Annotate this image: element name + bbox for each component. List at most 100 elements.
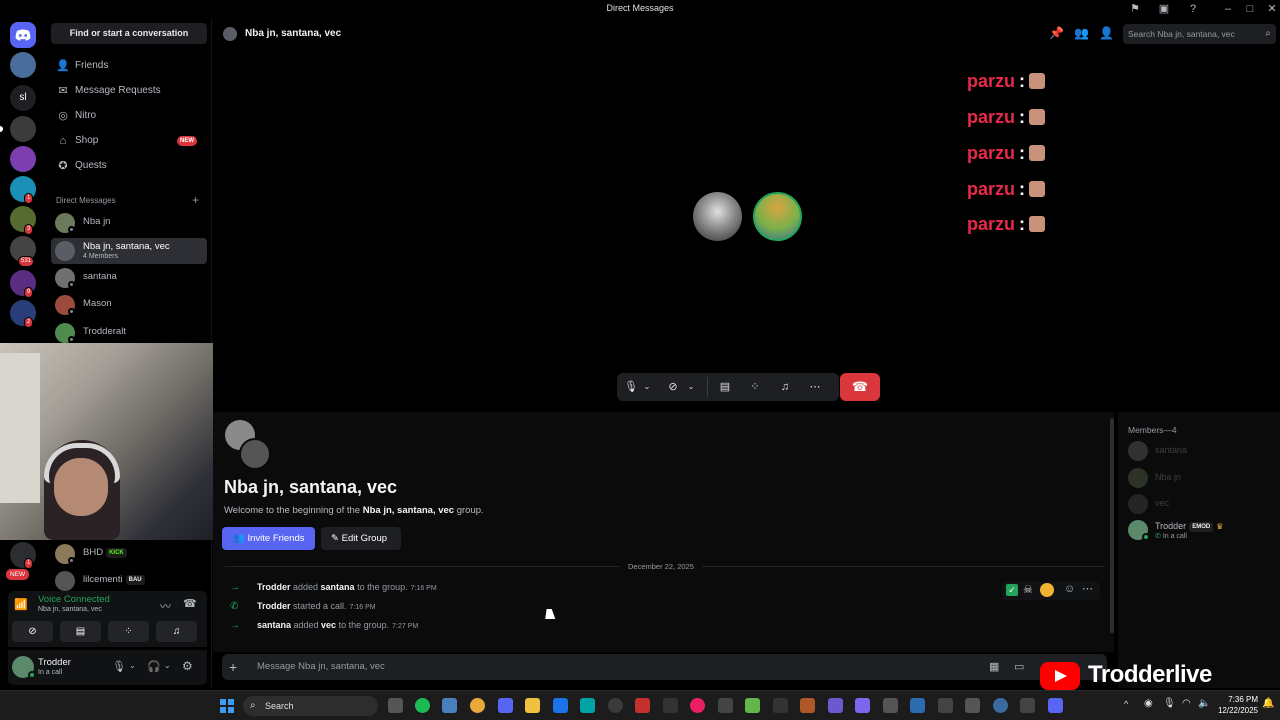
nav-nitro[interactable]: ◎ Nitro: [51, 105, 207, 127]
camera-off-button[interactable]: ⊘: [12, 621, 53, 642]
activities-button[interactable]: ⁘: [108, 621, 149, 642]
microphone-icon[interactable]: 🎙: [623, 373, 639, 401]
app-icon[interactable]: [910, 698, 925, 713]
chrome-icon[interactable]: [470, 698, 485, 713]
discord-home-icon[interactable]: [10, 22, 36, 48]
soundboard-button[interactable]: ♫: [156, 621, 197, 642]
spotify-icon[interactable]: [415, 698, 430, 713]
app-icon[interactable]: [965, 698, 980, 713]
taskbar-search-box[interactable]: ⌕ Search: [243, 696, 378, 716]
gift-icon[interactable]: ▦: [989, 654, 999, 680]
minecraft-icon[interactable]: [745, 698, 760, 713]
soundboard-icon[interactable]: ♫: [777, 373, 793, 401]
app-icon[interactable]: [580, 698, 595, 713]
call-participant-avatar-speaking[interactable]: [753, 192, 802, 241]
gif-icon[interactable]: ▭: [1014, 654, 1024, 680]
chevron-down-icon[interactable]: ⌄: [685, 373, 697, 401]
minimize-icon[interactable]: –: [1221, 2, 1235, 16]
invite-friends-button[interactable]: 👥 Invite Friends: [222, 527, 315, 550]
member-item[interactable]: vec: [1128, 493, 1278, 515]
clock-date[interactable]: 12/22/2025: [1212, 706, 1258, 715]
app-icon[interactable]: [855, 698, 870, 713]
disconnect-icon[interactable]: ☎: [183, 597, 197, 610]
app-icon[interactable]: [800, 698, 815, 713]
member-item[interactable]: Nba jn: [1128, 467, 1278, 489]
edit-group-button[interactable]: ✎ Edit Group: [321, 527, 401, 550]
add-friends-icon[interactable]: 👥: [1074, 26, 1089, 40]
noise-suppression-icon[interactable]: 〰: [160, 598, 171, 614]
inbox-flag-icon[interactable]: ⚑: [1128, 2, 1142, 16]
app-icon[interactable]: [635, 698, 650, 713]
nav-quests[interactable]: ✪ Quests: [51, 155, 207, 177]
app-icon[interactable]: [1048, 698, 1063, 713]
pin-icon[interactable]: 📌: [1049, 26, 1064, 40]
nav-friends[interactable]: 👤 Friends: [51, 55, 207, 77]
microphone-icon[interactable]: 🎙: [112, 660, 126, 673]
volume-icon[interactable]: 🔈: [1198, 698, 1210, 709]
screenshare-button[interactable]: ▤: [60, 621, 101, 642]
tray-chevron-icon[interactable]: ^: [1124, 699, 1128, 709]
add-attachment-icon[interactable]: +: [229, 654, 237, 680]
search-input[interactable]: Search Nba jn, santana, vec ⌕: [1123, 24, 1276, 44]
app-icon[interactable]: [993, 698, 1008, 713]
scrollbar[interactable]: [1110, 418, 1114, 633]
help-icon[interactable]: ?: [1186, 2, 1200, 16]
nav-message-requests[interactable]: ✉ Message Requests: [51, 80, 207, 102]
close-icon[interactable]: ✕: [1265, 2, 1279, 16]
notification-bell-icon[interactable]: 🔔: [1262, 698, 1274, 709]
settings-gear-icon[interactable]: ⚙: [182, 659, 193, 673]
microphone-icon[interactable]: 🎙: [1163, 698, 1176, 709]
call-participant-avatar[interactable]: [693, 192, 742, 241]
clock-time[interactable]: 7:36 PM: [1222, 695, 1258, 704]
app-icon[interactable]: [828, 698, 843, 713]
camera-off-icon[interactable]: ⊘: [665, 373, 681, 401]
server-icon[interactable]: [10, 52, 36, 78]
dm-item[interactable]: Mason: [51, 292, 207, 318]
app-icon[interactable]: [773, 698, 788, 713]
dm-item[interactable]: santana: [51, 265, 207, 291]
screen-icon[interactable]: ▣: [1157, 2, 1171, 16]
create-dm-plus-icon[interactable]: +: [192, 193, 199, 207]
app-icon[interactable]: [883, 698, 898, 713]
file-explorer-icon[interactable]: [525, 698, 540, 713]
app-icon[interactable]: [608, 698, 623, 713]
find-conversation-button[interactable]: Find or start a conversation: [51, 23, 207, 44]
dm-item-selected[interactable]: Nba jn, santana, vec 4 Members: [51, 238, 207, 264]
server-icon[interactable]: [10, 116, 36, 142]
app-icon[interactable]: [718, 698, 733, 713]
app-icon[interactable]: [690, 698, 705, 713]
more-icon[interactable]: ⋯: [1082, 582, 1093, 595]
app-icon[interactable]: [442, 698, 457, 713]
more-icon[interactable]: ⋯: [807, 373, 823, 401]
message-composer[interactable]: + Message Nba jn, santana, vec ▦ ▭: [222, 654, 1107, 680]
server-sl[interactable]: sl: [10, 85, 36, 111]
app-icon[interactable]: [663, 698, 678, 713]
dm-item[interactable]: Nba jn: [51, 210, 207, 236]
screenshare-icon[interactable]: ▤: [717, 373, 733, 401]
app-icon[interactable]: [1020, 698, 1035, 713]
member-item[interactable]: Trodder EMOD ♛ ✆ In a call: [1128, 519, 1278, 541]
app-icon[interactable]: [938, 698, 953, 713]
hang-up-button[interactable]: ☎: [840, 373, 880, 401]
skull-emoji-icon[interactable]: ☠: [1023, 583, 1033, 596]
wifi-icon[interactable]: ◠: [1182, 698, 1191, 709]
nav-shop[interactable]: ⌂ Shop NEW: [51, 130, 207, 152]
member-list-icon[interactable]: 👤: [1099, 26, 1114, 40]
chevron-down-icon[interactable]: ⌄: [129, 661, 136, 670]
add-reaction-icon[interactable]: ☺: [1064, 583, 1075, 595]
chevron-down-icon[interactable]: ⌄: [164, 661, 171, 670]
app-icon[interactable]: [388, 698, 403, 713]
edge-icon[interactable]: [553, 698, 568, 713]
tray-icon[interactable]: ◉: [1144, 698, 1153, 709]
discord-taskbar-icon[interactable]: [498, 698, 513, 713]
chevron-down-icon[interactable]: ⌄: [641, 373, 653, 401]
emoji-reaction-icon[interactable]: [1040, 583, 1054, 597]
windows-start-icon[interactable]: [220, 699, 234, 713]
member-item[interactable]: santana: [1128, 440, 1278, 462]
server-icon[interactable]: [10, 146, 36, 172]
headphones-icon[interactable]: 🎧: [147, 660, 161, 673]
checkmark-emoji-icon[interactable]: ✓: [1006, 584, 1018, 596]
dm-item[interactable]: BHD KICK: [51, 541, 207, 567]
activities-icon[interactable]: ⁘: [747, 373, 763, 401]
maximize-icon[interactable]: □: [1243, 2, 1257, 16]
